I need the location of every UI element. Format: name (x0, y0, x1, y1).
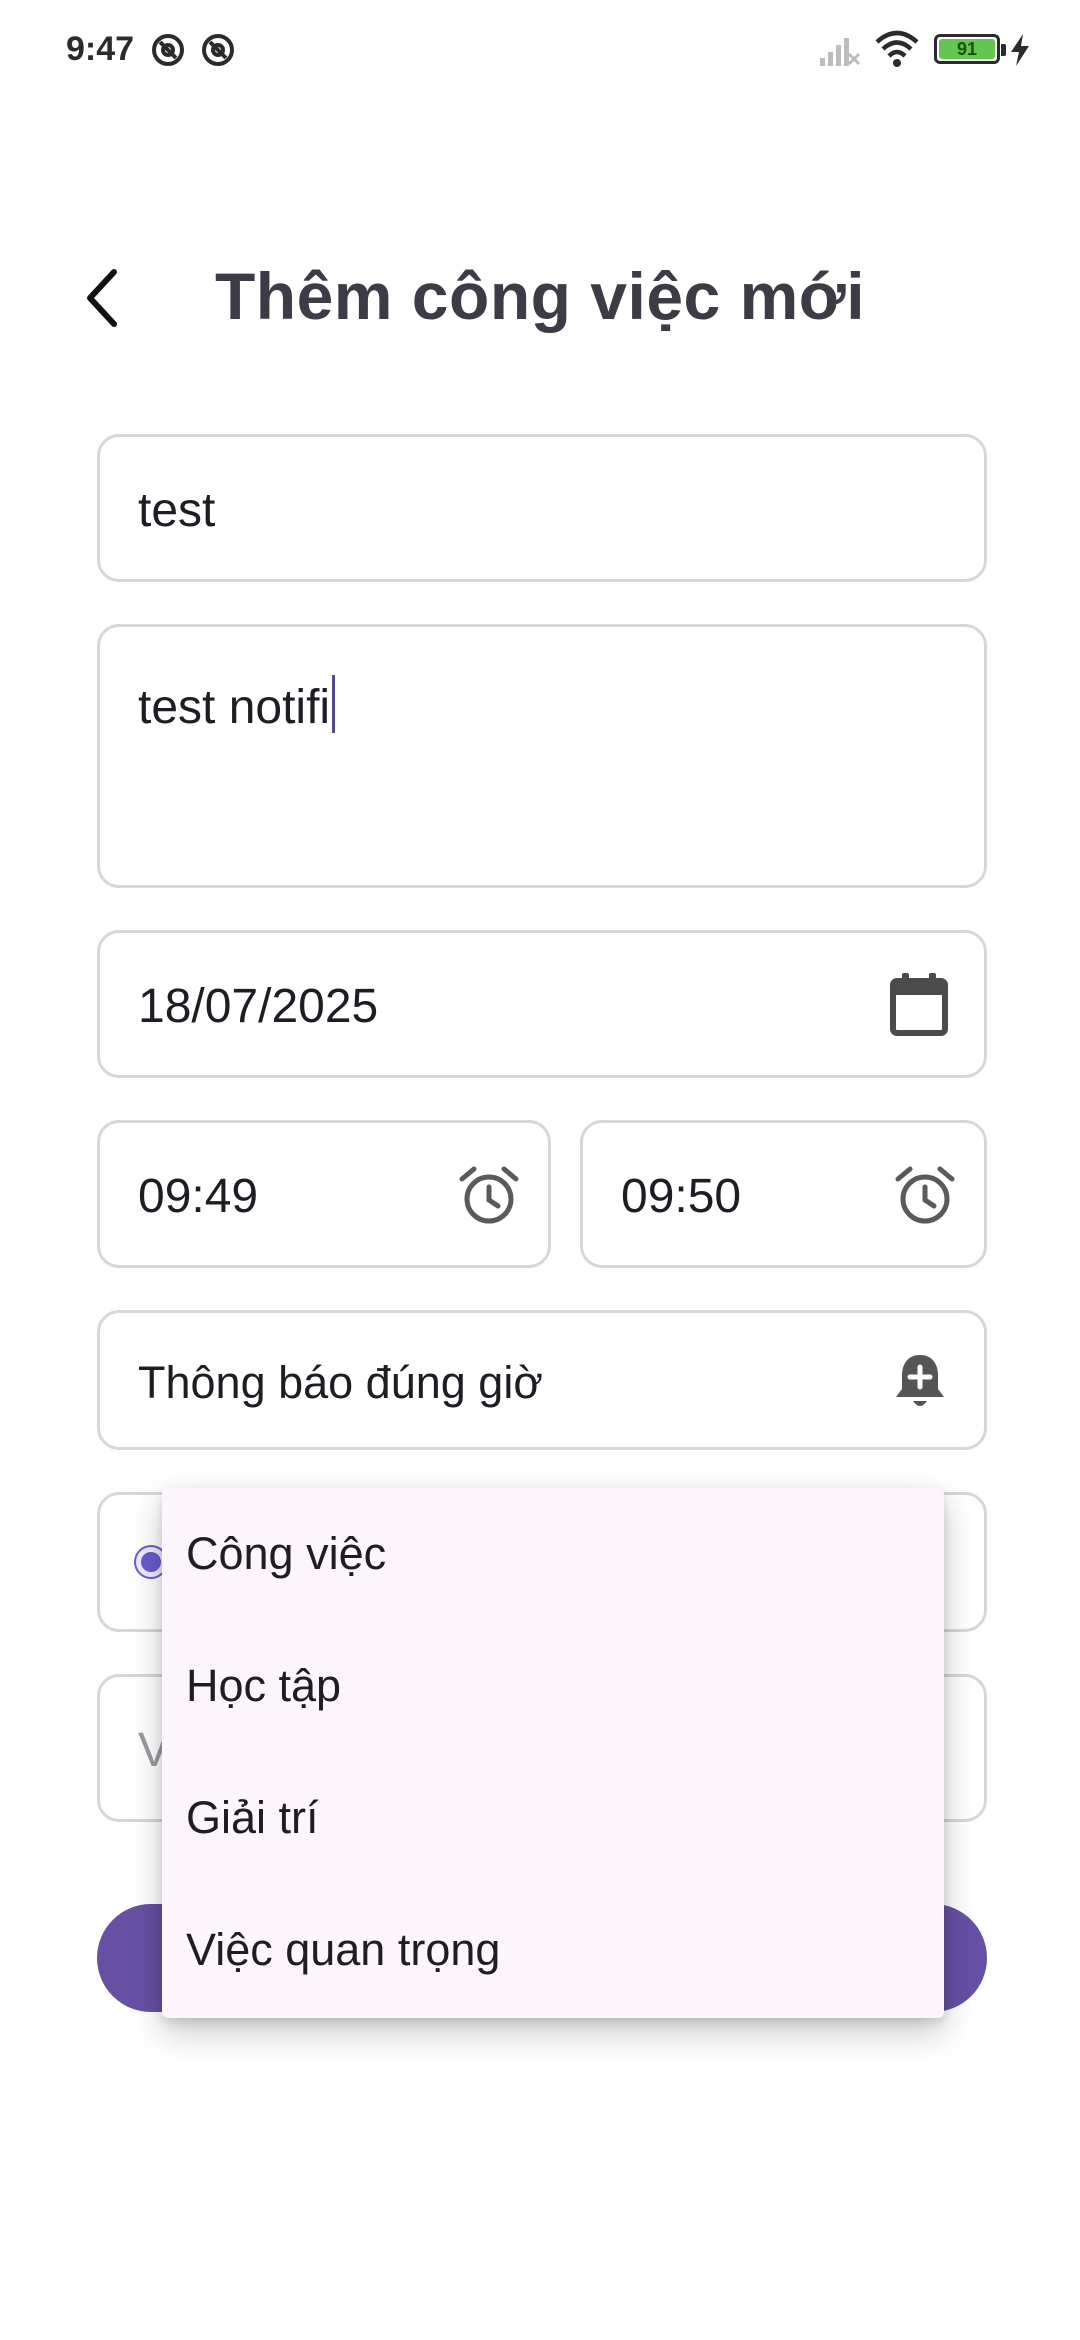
end-time-value: 09:50 (621, 1170, 742, 1223)
task-description-value: test notifi (138, 681, 331, 734)
notification-value: Thông báo đúng giờ (138, 1357, 543, 1408)
start-time-field[interactable]: 09:49 (97, 1120, 551, 1268)
task-title-value: test (138, 484, 216, 537)
text-cursor (332, 675, 336, 733)
at-sign-icon (150, 32, 186, 73)
at-sign-icon (200, 32, 236, 73)
dropdown-item-viec-quan-trong[interactable]: Việc quan trọng (162, 1884, 944, 2016)
task-description-text: test notifi (138, 675, 336, 735)
dropdown-item-hoc-tap[interactable]: Học tập (162, 1620, 944, 1752)
alarm-clock-icon[interactable] (894, 1165, 956, 1232)
signal-off-icon (818, 34, 861, 73)
task-description-input[interactable]: test notifi (97, 624, 987, 888)
status-bar: 9:47 91 (0, 0, 1080, 100)
wifi-icon (874, 30, 920, 73)
category-dropdown-menu: Công việc Học tập Giải trí Việc quan trọ… (162, 1488, 944, 2018)
date-picker-field[interactable]: 18/07/2025 (97, 930, 987, 1078)
start-time-value: 09:49 (138, 1170, 259, 1223)
battery-level: 91 (939, 39, 995, 59)
bell-plus-icon[interactable] (892, 1351, 948, 1416)
status-time: 9:47 (66, 30, 135, 68)
alarm-clock-icon[interactable] (458, 1165, 520, 1232)
page-title: Thêm công việc mới (214, 259, 866, 333)
dropdown-item-cong-viec[interactable]: Công việc (162, 1488, 944, 1620)
notification-setting-field[interactable]: Thông báo đúng giờ (97, 1310, 987, 1450)
bolt-icon (1008, 32, 1032, 73)
date-value: 18/07/2025 (138, 980, 379, 1033)
add-task-screen: 9:47 91 Thêm công việc mới test test not… (0, 0, 1080, 2340)
dropdown-item-giai-tri[interactable]: Giải trí (162, 1752, 944, 1884)
battery-indicator: 91 (934, 34, 1006, 64)
calendar-icon[interactable] (888, 971, 950, 1042)
task-title-input[interactable]: test (97, 434, 987, 582)
end-time-field[interactable]: 09:50 (580, 1120, 987, 1268)
